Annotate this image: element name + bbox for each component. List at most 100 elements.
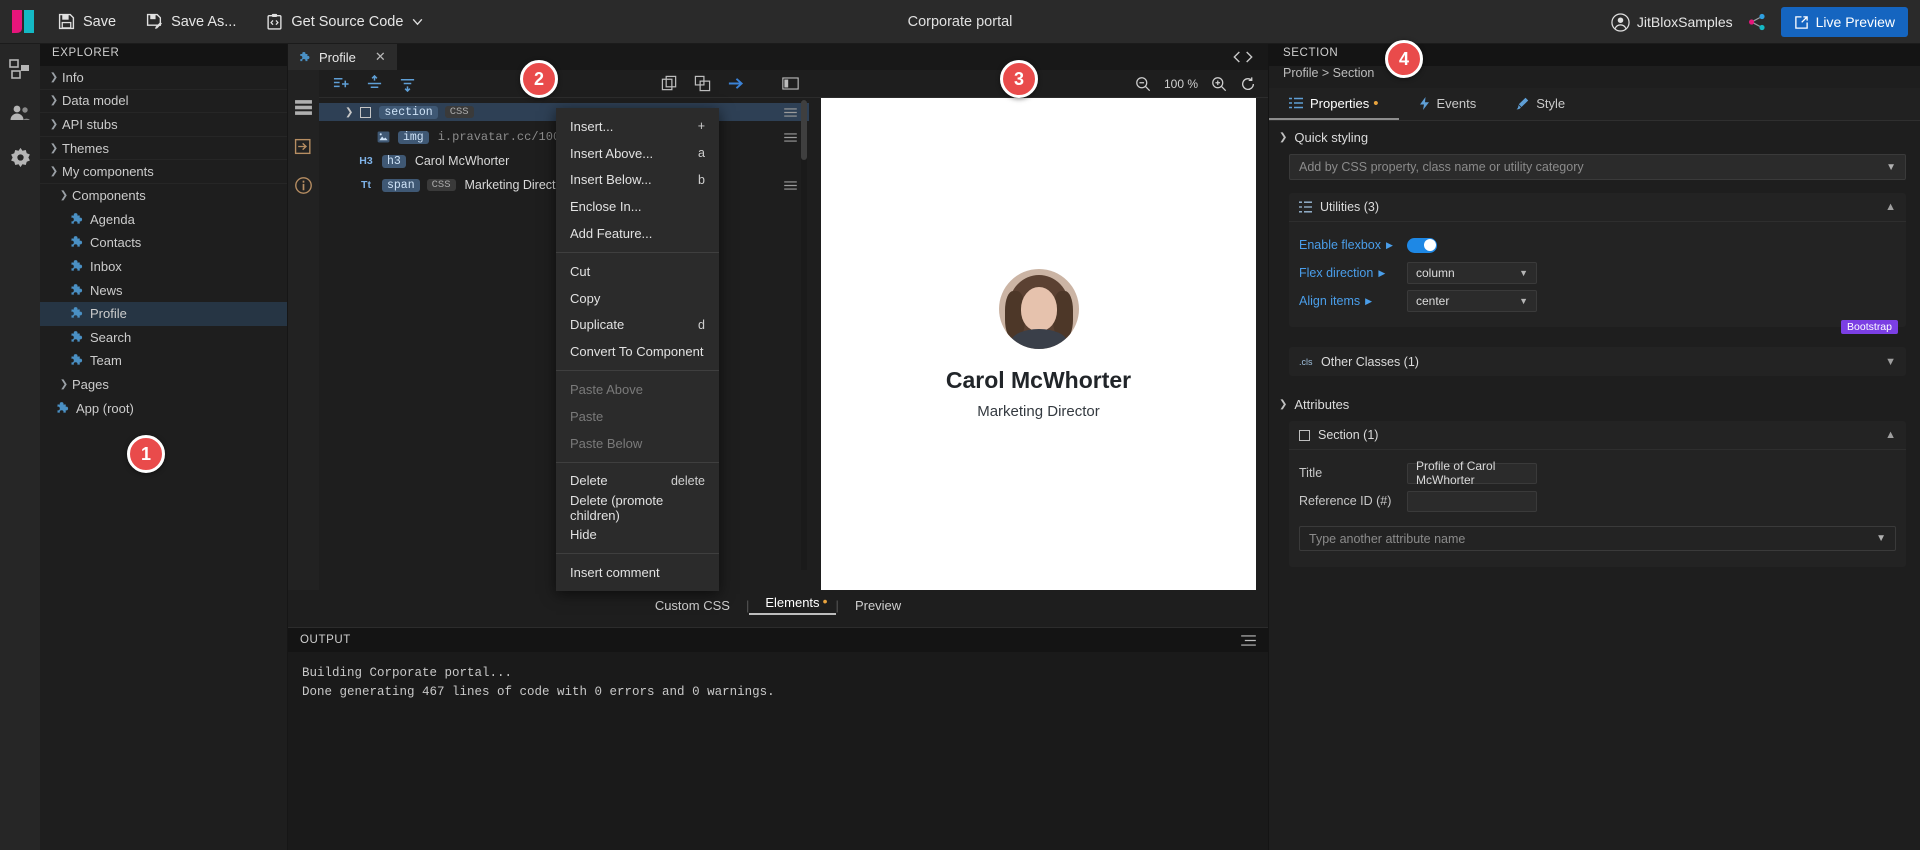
jitblox-logo-icon <box>12 9 34 33</box>
menu-item-delete[interactable]: Delete delete <box>556 468 719 495</box>
editor-area: Profile ✕ ❯ section CSS img i.pravatar.c… <box>288 44 1268 850</box>
chevron-right-icon: ❯ <box>49 118 59 130</box>
info-icon[interactable] <box>294 176 313 195</box>
move-right-arrow-icon[interactable] <box>727 75 744 92</box>
chevron-right-icon: ❯ <box>49 71 59 83</box>
enable-flexbox-label[interactable]: Enable flexbox ▶ <box>1299 238 1407 252</box>
output-title: OUTPUT <box>300 634 351 646</box>
attr-reference-id-input[interactable] <box>1407 490 1537 512</box>
editor-tab-profile[interactable]: Profile ✕ <box>288 44 397 70</box>
tab-properties[interactable]: Properties • <box>1269 88 1399 120</box>
save-as-button[interactable]: Save As... <box>134 9 248 34</box>
tab-preview[interactable]: Preview <box>839 598 917 613</box>
menu-item-insert[interactable]: Insert... + <box>556 113 719 140</box>
editor-tab-label: Profile <box>319 49 356 65</box>
save-button[interactable]: Save <box>46 9 128 34</box>
zoom-out-icon[interactable] <box>1135 76 1151 92</box>
explorer-item-themes[interactable]: ❯ Themes <box>40 137 287 161</box>
drag-handle-icon[interactable] <box>784 180 797 190</box>
enable-flexbox-toggle[interactable] <box>1407 237 1437 253</box>
menu-item-convert-to-component[interactable]: Convert To Component <box>556 338 719 365</box>
explorer-item-info[interactable]: ❯ Info <box>40 66 287 90</box>
menu-item-add-feature[interactable]: Add Feature... <box>556 220 719 247</box>
modified-dot-icon: • <box>1373 94 1379 112</box>
menu-item-label: Add Feature... <box>570 226 653 242</box>
menu-item-cut[interactable]: Cut <box>556 258 719 285</box>
output-menu-icon[interactable] <box>1241 634 1256 646</box>
tab-elements[interactable]: • Elements <box>749 593 836 615</box>
menu-item-enclose-in[interactable]: Enclose In... <box>556 193 719 220</box>
menu-item-copy[interactable]: Copy <box>556 285 719 312</box>
menu-item-hide[interactable]: Hide <box>556 521 719 548</box>
insert-below-icon[interactable] <box>399 75 416 92</box>
output-line: Building Corporate portal... <box>302 666 513 680</box>
other-classes-header[interactable]: .cls Other Classes (1) ▼ <box>1289 347 1906 376</box>
attr-title-input[interactable]: Profile of Carol McWhorter <box>1407 459 1537 487</box>
get-source-code-button[interactable]: Get Source Code <box>254 9 436 34</box>
explorer-group-pages[interactable]: ❯ Pages <box>40 373 287 397</box>
flex-direction-select[interactable]: column ▼ <box>1407 262 1537 284</box>
tab-style[interactable]: Style <box>1496 88 1585 120</box>
editor-bottom-tabs: Custom CSS | • Elements | Preview <box>288 590 1268 620</box>
insert-above-icon[interactable] <box>366 75 383 92</box>
menu-item-duplicate[interactable]: Duplicate d <box>556 312 719 339</box>
refresh-icon[interactable] <box>1240 76 1256 92</box>
explorer-item-data-model[interactable]: ❯ Data model <box>40 90 287 114</box>
menu-item-insert-comment[interactable]: Insert comment <box>556 559 719 586</box>
close-icon[interactable]: ✕ <box>375 49 386 65</box>
copy-icon[interactable] <box>661 75 678 92</box>
explorer-group-components[interactable]: ❯ Components <box>40 184 287 208</box>
insert-child-icon[interactable] <box>333 75 350 92</box>
sidebar-item-team[interactable]: Team <box>40 349 287 373</box>
sidebar-item-news[interactable]: News <box>40 278 287 302</box>
list-view-icon[interactable] <box>294 98 313 117</box>
sidebar-item-contacts[interactable]: Contacts <box>40 231 287 255</box>
panel-layout-icon[interactable] <box>782 75 799 92</box>
flex-direction-label[interactable]: Flex direction ▶ <box>1299 266 1407 280</box>
explorer-item-my-components[interactable]: ❯ My components <box>40 160 287 184</box>
element-tree-scrollbar[interactable] <box>801 100 807 570</box>
menu-item-delete-promote-children[interactable]: Delete (promote children) <box>556 493 719 523</box>
menu-item-label: Copy <box>570 290 601 306</box>
menu-item-label: Paste Above <box>570 382 643 398</box>
chevron-down-icon[interactable]: ❯ <box>345 107 353 118</box>
tab-custom-css[interactable]: Custom CSS <box>639 598 746 613</box>
explorer-item-label: Data model <box>62 93 129 109</box>
drag-handle-icon[interactable] <box>784 132 797 142</box>
add-css-property-input[interactable]: Add by CSS property, class name or utili… <box>1289 154 1906 180</box>
user-account-button[interactable]: JitBloxSamples <box>1611 12 1733 32</box>
attributes-section-subheader[interactable]: Section (1) ▲ <box>1289 421 1906 450</box>
menu-item-shortcut: a <box>698 146 705 161</box>
quick-styling-section-header[interactable]: ❯ Quick styling <box>1269 121 1920 152</box>
menu-item-label: Insert... <box>570 118 614 134</box>
preview-canvas[interactable]: Carol McWhorter Marketing Director <box>821 98 1256 590</box>
avatar <box>998 268 1079 349</box>
zoom-in-icon[interactable] <box>1211 76 1227 92</box>
sidebar-item-inbox[interactable]: Inbox <box>40 255 287 279</box>
utilities-header[interactable]: Utilities (3) ▲ <box>1289 193 1906 222</box>
live-preview-button[interactable]: Live Preview <box>1780 7 1908 37</box>
sidebar-item-agenda[interactable]: Agenda <box>40 208 287 232</box>
import-icon[interactable] <box>294 137 313 156</box>
duplicate-icon[interactable] <box>694 75 711 92</box>
drag-handle-icon[interactable] <box>784 107 797 117</box>
menu-item-insert-above[interactable]: Insert Above... a <box>556 140 719 167</box>
activity-team-icon[interactable] <box>7 100 33 126</box>
sidebar-item-search[interactable]: Search <box>40 326 287 350</box>
menu-item-label: Enclose In... <box>570 199 642 215</box>
tab-events[interactable]: Events <box>1399 88 1497 120</box>
explorer-item-app-root[interactable]: App (root) <box>40 396 287 420</box>
align-items-select[interactable]: center ▼ <box>1407 290 1537 312</box>
activity-components-icon[interactable] <box>7 56 33 82</box>
sidebar-item-profile[interactable]: Profile <box>40 301 287 326</box>
attributes-title: Attributes <box>1294 397 1350 412</box>
code-view-toggle[interactable] <box>1218 44 1268 70</box>
share-icon[interactable] <box>1747 12 1767 32</box>
activity-settings-icon[interactable] <box>7 144 33 170</box>
menu-item-insert-below[interactable]: Insert Below... b <box>556 167 719 194</box>
attributes-section-header[interactable]: ❯ Attributes <box>1269 388 1920 419</box>
align-items-label[interactable]: Align items ▶ <box>1299 294 1407 308</box>
output-log: Building Corporate portal... Done genera… <box>288 652 1268 715</box>
add-attribute-input[interactable]: Type another attribute name ▼ <box>1299 526 1896 551</box>
explorer-item-api-stubs[interactable]: ❯ API stubs <box>40 113 287 137</box>
